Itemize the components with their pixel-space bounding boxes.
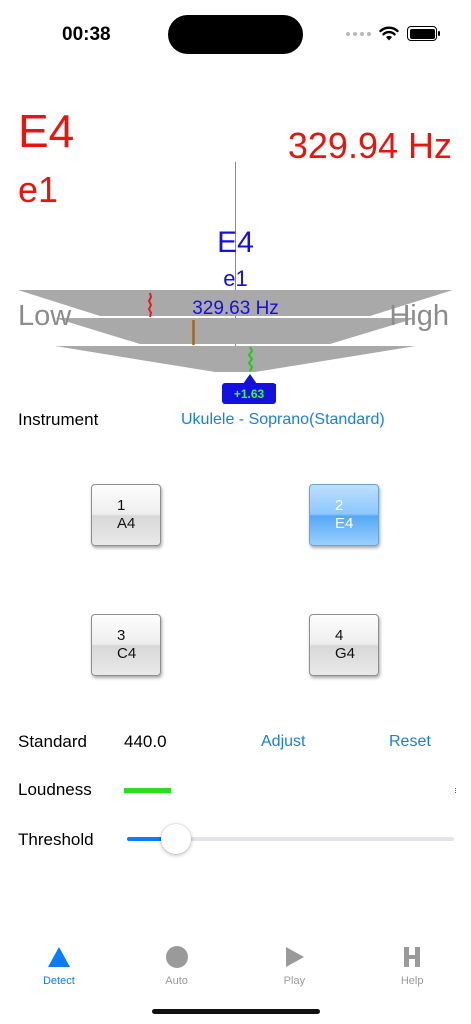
battery-icon: [407, 26, 440, 41]
threshold-label: Threshold: [18, 830, 94, 849]
string-number: 1: [117, 497, 126, 514]
string-note: A4: [117, 515, 136, 532]
instrument-selector[interactable]: Ukulele - Soprano(Standard): [181, 411, 385, 429]
instrument-label: Instrument: [18, 410, 99, 429]
string-number: 4: [335, 627, 344, 644]
loudness-meter: [124, 788, 457, 793]
tab-label: Play: [283, 975, 306, 987]
tab-play[interactable]: Play: [236, 936, 354, 996]
high-label: High: [389, 300, 449, 332]
loudness-label: Loudness: [18, 780, 92, 799]
home-indicator: [152, 1009, 320, 1014]
tab-label: Auto: [165, 975, 188, 987]
status-icons: [346, 26, 440, 41]
triangle-icon: [46, 944, 72, 970]
string-note: G4: [335, 645, 356, 662]
standard-label: Standard: [18, 732, 87, 751]
play-icon: [281, 944, 307, 970]
meter-band-bottom: [55, 346, 416, 372]
cellular-signal-icon: [346, 31, 371, 36]
tab-label: Help: [400, 975, 424, 987]
string-button-1[interactable]: 1 A4: [91, 484, 161, 546]
string-number: 3: [117, 627, 126, 644]
string-note: C4: [117, 645, 137, 662]
string-button-3[interactable]: 3 C4: [91, 614, 161, 676]
target-octave-name: e1: [223, 266, 248, 291]
loudness-peak-marker: [455, 788, 457, 793]
target-note: E4: [217, 226, 254, 259]
tab-help[interactable]: Help: [353, 936, 471, 996]
tab-bar: Detect Auto Play Help: [0, 936, 471, 996]
dynamic-island: [168, 15, 303, 54]
string-note: E4: [335, 515, 354, 532]
tab-auto[interactable]: Auto: [118, 936, 236, 996]
standard-value: 440.0: [124, 732, 167, 751]
status-time: 00:38: [62, 24, 111, 45]
meter-band-middle: [55, 318, 416, 344]
string-number: 2: [335, 497, 344, 514]
tab-detect[interactable]: Detect: [0, 936, 118, 996]
string-button-4[interactable]: 4 G4: [309, 614, 379, 676]
cents-deviation-badge: +1.63: [222, 383, 276, 404]
loudness-level-bar: [124, 788, 171, 793]
low-label: Low: [18, 300, 72, 332]
help-h-icon: [399, 944, 425, 970]
reset-button[interactable]: Reset: [389, 733, 431, 751]
detected-frequency: 329.94 Hz: [287, 125, 452, 166]
threshold-slider-thumb[interactable]: [161, 824, 192, 854]
circle-icon: [164, 944, 190, 970]
adjust-button[interactable]: Adjust: [261, 733, 305, 751]
string-button-2[interactable]: 2 E4: [309, 484, 379, 546]
tab-label: Detect: [42, 975, 75, 987]
detected-note: E4: [18, 105, 75, 157]
wifi-icon: [379, 26, 399, 41]
threshold-slider[interactable]: [127, 824, 454, 854]
